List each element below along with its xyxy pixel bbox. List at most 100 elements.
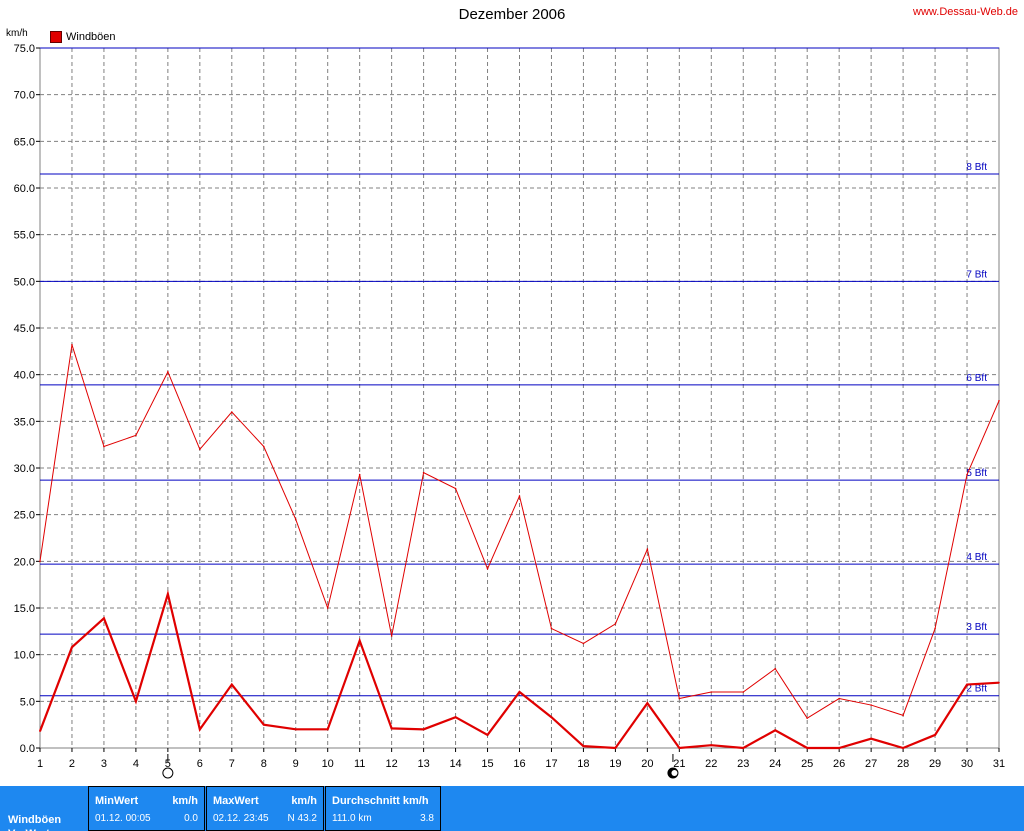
site-link[interactable]: www.Dessau-Web.de [913, 6, 1018, 18]
data-point [454, 487, 457, 490]
chart: 0.0 5.0 10.0 15.0 20.0 25.0 30.0 35.0 40.0 45.0 50… [14, 43, 1005, 779]
data-point [646, 702, 649, 704]
max-date: 02.12. 23:45 [213, 813, 269, 824]
x-tick-label: 25 [801, 758, 813, 770]
data-point [518, 691, 521, 693]
y-tick-label: 55.0 [14, 230, 35, 242]
x-tick-label: 31 [993, 758, 1005, 770]
data-point [550, 627, 553, 630]
avg-value: 3.8 [420, 813, 434, 824]
data-point [454, 716, 457, 718]
data-point [870, 704, 872, 706]
data-point [710, 691, 713, 693]
x-tick-label: 24 [769, 758, 781, 770]
moon-highlight [671, 770, 678, 776]
data-point [71, 646, 73, 648]
data-point [167, 593, 169, 595]
x-tick-label: 27 [865, 758, 877, 770]
legend-label: Windböen [66, 31, 116, 43]
y-tick-label: 45.0 [14, 323, 35, 335]
x-tick-label: 19 [609, 758, 621, 770]
data-point [934, 627, 936, 630]
full-moon-icon [162, 767, 174, 779]
legend-swatch [50, 31, 62, 43]
data-point [294, 518, 297, 521]
data-point [262, 723, 265, 726]
y-tick-label: 25.0 [14, 510, 35, 522]
data-point [678, 697, 681, 700]
data-point [742, 691, 745, 693]
x-tick-label: 7 [229, 758, 235, 770]
data-point [358, 639, 361, 642]
x-tick-label: 29 [929, 758, 941, 770]
data-point [486, 568, 489, 570]
data-point [966, 683, 968, 686]
data-point [678, 747, 681, 749]
x-tick-label: 1 [37, 758, 43, 770]
x-tick-label: 10 [322, 758, 334, 770]
x-tick-label: 3 [101, 758, 107, 770]
avg-distance: 111.0 km [332, 813, 372, 824]
bft-label: 7 Bft [966, 269, 987, 280]
min-value-box: MinWert km/h 01.12. 00:05 0.0 [88, 786, 205, 831]
y-tick-label: 20.0 [14, 556, 35, 568]
data-point [582, 745, 585, 747]
data-point [422, 471, 425, 474]
max-unit: km/h [291, 795, 317, 807]
data-point [966, 473, 968, 476]
data-point [838, 747, 840, 749]
data-point [614, 747, 617, 749]
bft-label: 4 Bft [966, 552, 987, 563]
y-tick-label: 50.0 [14, 276, 35, 288]
data-point [103, 617, 105, 620]
data-point [135, 434, 137, 437]
x-tick-label: 17 [545, 758, 557, 770]
avg-value-box: Durchschnitt km/h 111.0 km 3.8 [325, 786, 441, 831]
data-point [326, 728, 329, 731]
x-tick-label: 9 [293, 758, 299, 770]
x-tick-label: 14 [449, 758, 461, 770]
max-header: MaxWert [213, 795, 259, 807]
y-tick-label: 60.0 [14, 183, 35, 195]
x-tick-label: 12 [386, 758, 398, 770]
data-point [806, 747, 808, 749]
data-point [390, 635, 393, 637]
legend: Windböen [50, 31, 116, 43]
x-tick-label: 4 [133, 758, 139, 770]
x-tick-label: 6 [197, 758, 203, 770]
data-point [39, 560, 41, 563]
x-tick-label: 11 [354, 758, 365, 770]
x-tick-label: 15 [481, 758, 493, 770]
data-point [103, 445, 105, 448]
data-point [262, 445, 265, 448]
x-tick-label: 18 [577, 758, 589, 770]
data-point [231, 411, 233, 413]
data-point [774, 667, 777, 670]
max-value-box: MaxWert km/h 02.12. 23:45 N 43.2 [206, 786, 324, 831]
y-tick-label: 70.0 [14, 90, 35, 102]
data-point [838, 697, 840, 700]
y-tick-label: 30.0 [14, 463, 35, 475]
bft-label: 8 Bft [966, 162, 987, 173]
y-tick-label: 10.0 [14, 650, 35, 662]
data-point [71, 344, 73, 346]
bft-label: 6 Bft [966, 373, 987, 384]
data-point [774, 729, 777, 732]
x-tick-label: 22 [705, 758, 717, 770]
data-point [294, 728, 297, 731]
data-point [934, 734, 936, 736]
data-point [135, 700, 137, 703]
data-point [550, 716, 553, 718]
y-axis-unit: km/h [6, 28, 28, 39]
y-tick-label: 15.0 [14, 603, 35, 615]
x-tick-label: 2 [69, 758, 75, 770]
y-tick-label: 0.0 [20, 743, 35, 755]
y-tick-label: 35.0 [14, 416, 35, 428]
min-header: MinWert [95, 795, 139, 807]
data-point [167, 371, 169, 373]
min-value: 0.0 [184, 813, 198, 824]
data-point [710, 744, 713, 746]
data-point [998, 400, 1000, 402]
data-point [358, 473, 361, 476]
x-tick-label: 30 [961, 758, 973, 770]
